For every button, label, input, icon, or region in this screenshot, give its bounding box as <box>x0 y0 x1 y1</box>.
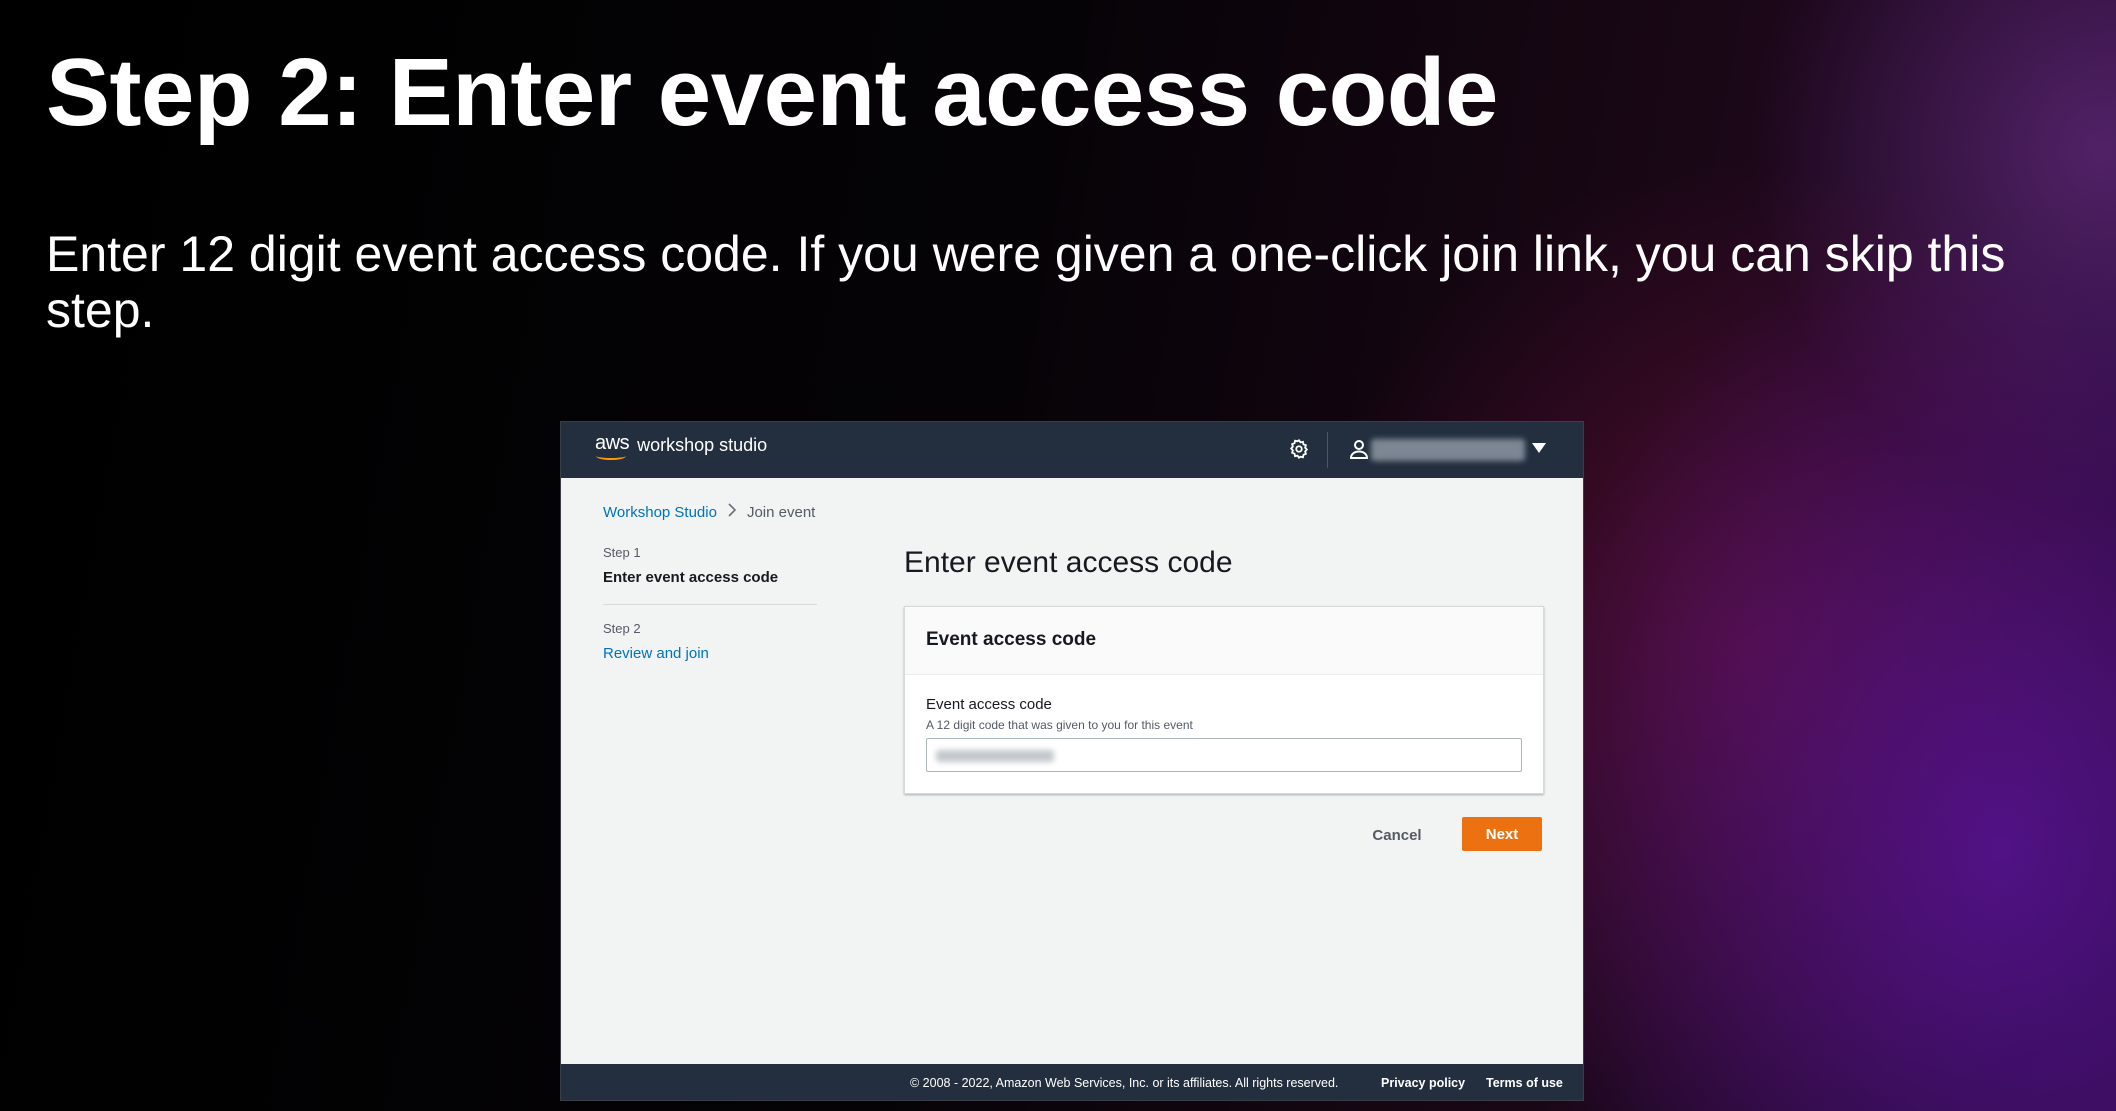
field-description: A 12 digit code that was given to you fo… <box>926 718 1193 732</box>
user-name-redacted[interactable] <box>1371 439 1525 461</box>
step-1: Step 1 Enter event access code <box>603 545 817 586</box>
gear-icon[interactable] <box>1288 438 1310 460</box>
cancel-button[interactable]: Cancel <box>1364 818 1430 852</box>
step-2-link[interactable]: Review and join <box>603 645 817 662</box>
top-navigation: aws workshop studio <box>561 422 1583 478</box>
step-2: Step 2 Review and join <box>603 621 817 662</box>
breadcrumb-workshop-studio[interactable]: Workshop Studio <box>603 504 717 521</box>
caret-down-icon[interactable] <box>1532 443 1546 453</box>
wizard-steps: Step 1 Enter event access code Step 2 Re… <box>603 545 817 662</box>
step-1-title: Enter event access code <box>603 569 779 586</box>
field-label: Event access code <box>926 696 1052 713</box>
event-access-code-card: Event access code Event access code A 12… <box>904 606 1544 794</box>
logo-text: workshop studio <box>637 435 768 455</box>
next-button[interactable]: Next <box>1462 817 1542 851</box>
footer: © 2008 - 2022, Amazon Web Services, Inc.… <box>561 1064 1583 1100</box>
card-header: Event access code <box>905 607 1543 675</box>
nav-separator <box>1327 432 1328 468</box>
page-title: Enter event access code <box>904 546 1233 579</box>
step-divider <box>603 604 817 605</box>
terms-of-use-link[interactable]: Terms of use <box>1486 1076 1563 1090</box>
chevron-right-icon <box>727 503 737 521</box>
step-1-label: Step 1 <box>603 545 641 560</box>
workshop-studio-logo[interactable]: aws workshop studio <box>595 432 768 460</box>
footer-copyright: © 2008 - 2022, Amazon Web Services, Inc.… <box>910 1076 1339 1090</box>
aws-smile-icon <box>596 452 626 460</box>
user-icon[interactable] <box>1349 438 1369 460</box>
browser-screenshot: aws workshop studio Workshop Studio Join… <box>560 421 1584 1101</box>
slide-title: Step 2: Enter event access code <box>46 39 1498 146</box>
aws-logo-mark: aws <box>595 432 630 454</box>
privacy-policy-link[interactable]: Privacy policy <box>1381 1076 1465 1090</box>
step-2-label: Step 2 <box>603 621 641 636</box>
redacted-code-value <box>936 750 1054 762</box>
breadcrumb-join-event: Join event <box>746 503 816 521</box>
slide-subtitle: Enter 12 digit event access code. If you… <box>46 226 2006 338</box>
breadcrumb: Workshop Studio Join event <box>603 503 815 521</box>
